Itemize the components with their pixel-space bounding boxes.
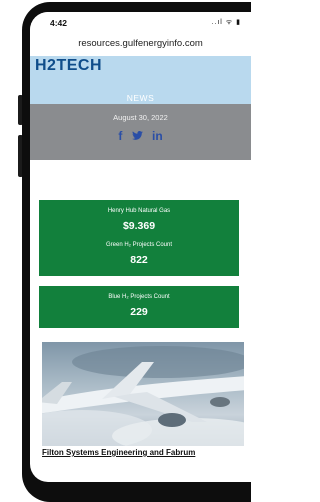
stat-label: Blue H₂ Projects Count	[108, 294, 170, 300]
stat-value: $9.369	[122, 220, 156, 232]
airplane-image	[42, 346, 244, 446]
phone-screen: 4:42 ..ıl ᯤ ▮ resources.gulfenergyinfo.c…	[30, 12, 251, 482]
h2tech-logo[interactable]: H2TECH	[35, 57, 102, 75]
address-bar[interactable]: resources.gulfenergyinfo.com	[30, 38, 251, 52]
stat-value: 822	[130, 254, 148, 266]
facebook-icon[interactable]: f	[118, 129, 122, 143]
article-title-link[interactable]: Filton Systems Engineering and Fabrum	[42, 448, 247, 457]
stat-value: 229	[130, 306, 148, 318]
social-links: f in	[30, 129, 251, 143]
newsletter-header: H2TECH NEWS	[30, 56, 251, 104]
stat-box-green-h2: Green H₂ Projects Count 822	[39, 234, 239, 276]
date-band: August 30, 2022 f in	[30, 104, 251, 160]
linkedin-icon[interactable]: in	[152, 129, 163, 143]
twitter-icon[interactable]	[131, 129, 143, 143]
article-image[interactable]	[42, 342, 244, 446]
stat-label: Henry Hub Natural Gas	[107, 208, 171, 214]
section-title: NEWS	[126, 93, 155, 103]
status-bar: 4:42 ..ıl ᯤ ▮	[30, 12, 251, 34]
stat-label: Green H₂ Projects Count	[105, 242, 173, 248]
logo-text: H2TECH	[35, 57, 103, 74]
stat-box-blue-h2: Blue H₂ Projects Count 229	[39, 286, 239, 328]
issue-date: August 30, 2022	[113, 113, 168, 122]
status-icons: ..ıl ᯤ ▮	[211, 19, 241, 26]
status-time: 4:42	[50, 18, 68, 28]
